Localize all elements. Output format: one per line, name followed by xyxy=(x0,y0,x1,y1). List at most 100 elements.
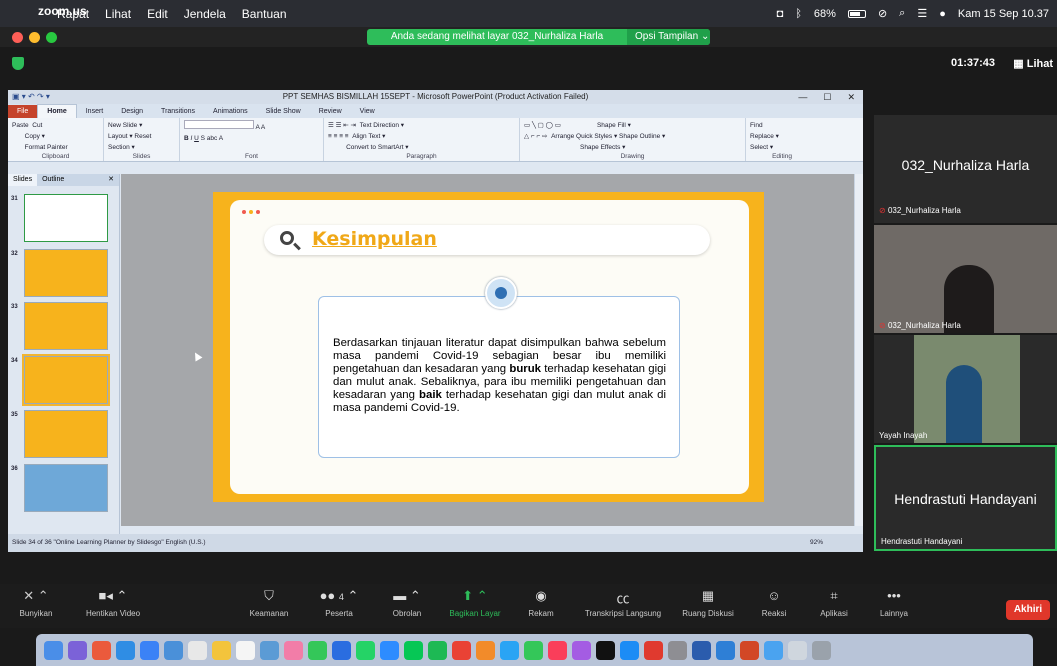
replace-button[interactable]: Replace ▾ xyxy=(750,133,779,140)
tab-file[interactable]: File xyxy=(8,105,38,118)
minimize-window-icon[interactable] xyxy=(29,32,40,43)
new-slide-button[interactable]: New Slide ▾ xyxy=(108,122,142,129)
bluetooth-icon[interactable]: ᛒ xyxy=(795,8,802,20)
font-name-box[interactable] xyxy=(184,120,254,129)
meet-icon[interactable] xyxy=(380,640,399,660)
share-screen-button[interactable]: ⬆ ⌃ Bagikan Layar xyxy=(444,588,506,618)
settings-icon[interactable] xyxy=(668,640,687,660)
view-button[interactable]: ▦ Lihat xyxy=(1013,57,1053,70)
link-icon[interactable]: ⊘ xyxy=(878,7,887,20)
shape-effects-button[interactable]: Shape Effects ▾ xyxy=(580,144,625,151)
record-button[interactable]: ◉ Rekam xyxy=(524,588,558,618)
spotify-icon[interactable] xyxy=(428,640,447,660)
ppt-minimize-icon[interactable]: — xyxy=(798,90,807,104)
zoom-app-icon[interactable] xyxy=(332,640,351,660)
slide-thumbnail[interactable] xyxy=(24,410,108,458)
reminders-icon[interactable] xyxy=(236,640,255,660)
line-icon[interactable] xyxy=(404,640,423,660)
menu-app-zoom[interactable]: zoom.us xyxy=(30,4,87,23)
reset-button[interactable]: Reset xyxy=(134,133,151,140)
slide-thumbnail[interactable] xyxy=(24,464,108,512)
tab-transitions[interactable]: Transitions xyxy=(152,105,204,118)
chat-button[interactable]: ▬ ⌃ Obrolan xyxy=(384,588,430,618)
minimized-window-icon[interactable] xyxy=(788,640,807,660)
more-button[interactable]: ••• Lainnya xyxy=(874,588,914,618)
shield-icon[interactable] xyxy=(12,57,24,70)
messages-icon[interactable] xyxy=(308,640,327,660)
pane-close-icon[interactable]: ✕ xyxy=(103,174,119,186)
close-window-icon[interactable] xyxy=(12,32,23,43)
copy-button[interactable]: Copy ▾ xyxy=(25,133,45,140)
app-grid-icon[interactable] xyxy=(92,640,111,660)
photos-app-icon[interactable] xyxy=(284,640,303,660)
downloads-folder-icon[interactable] xyxy=(764,640,783,660)
quick-styles-button[interactable]: Quick Styles ▾ xyxy=(576,133,617,140)
cut-button[interactable]: Cut xyxy=(32,122,42,129)
tab-outline[interactable]: Outline xyxy=(37,174,69,186)
tab-review[interactable]: Review xyxy=(310,105,351,118)
layout-button[interactable]: Layout ▾ xyxy=(108,133,133,140)
mail-icon[interactable] xyxy=(140,640,159,660)
participant-tile-speaker[interactable]: 032_Nurhaliza Harla ⊘ 032_Nurhaliza Harl… xyxy=(874,115,1057,223)
reactions-button[interactable]: ☺ Reaksi xyxy=(756,588,792,618)
vertical-scrollbar[interactable] xyxy=(854,174,863,526)
tab-view[interactable]: View xyxy=(351,105,384,118)
stop-video-button[interactable]: ■◂ ⌃ Hentikan Video xyxy=(78,588,148,618)
participant-tile-active[interactable]: Hendrastuti Handayani Hendrastuti Handay… xyxy=(874,445,1057,551)
shape-outline-button[interactable]: Shape Outline ▾ xyxy=(619,133,665,140)
music-icon[interactable] xyxy=(548,640,567,660)
participants-button[interactable]: ●● 4 ⌃ Peserta xyxy=(316,588,362,618)
find-button[interactable]: Find xyxy=(750,122,763,129)
arrange-button[interactable]: Arrange xyxy=(551,133,574,140)
participant-tile-video[interactable]: Yayah Inayah xyxy=(874,335,1057,443)
finder-icon[interactable] xyxy=(44,640,63,660)
slide-title[interactable]: Kesimpulan xyxy=(312,228,437,250)
whatsapp-icon[interactable] xyxy=(356,640,375,660)
content-textbox[interactable]: Berdasarkan tinjauan literatur dapat dis… xyxy=(318,296,680,458)
security-button[interactable]: ⛉ Keamanan xyxy=(244,588,294,618)
word-icon[interactable] xyxy=(692,640,711,660)
ppt-maximize-icon[interactable]: ☐ xyxy=(823,90,831,104)
end-meeting-button[interactable]: Akhiri xyxy=(1006,600,1050,620)
menu-lihat[interactable]: Lihat xyxy=(97,7,139,21)
chrome-icon[interactable] xyxy=(452,640,471,660)
slide-thumbnail[interactable] xyxy=(24,249,108,297)
notes-icon[interactable] xyxy=(212,640,231,660)
paste-button[interactable]: Paste xyxy=(12,122,29,129)
menu-edit[interactable]: Edit xyxy=(139,7,176,21)
tab-insert[interactable]: Insert xyxy=(77,105,113,118)
convert-smartart-button[interactable]: Convert to SmartArt ▾ xyxy=(346,144,409,151)
apps-button[interactable]: ⌗ Aplikasi xyxy=(814,588,854,618)
slide-thumbnail[interactable] xyxy=(24,194,108,242)
tab-home[interactable]: Home xyxy=(37,104,77,118)
menu-rapat[interactable]: Rapat xyxy=(49,7,97,21)
tab-slides[interactable]: Slides xyxy=(8,174,38,186)
fullscreen-window-icon[interactable] xyxy=(46,32,57,43)
ppt-close-icon[interactable]: ✕ xyxy=(847,90,855,104)
photos-icon[interactable] xyxy=(164,640,183,660)
trash-icon[interactable] xyxy=(812,640,831,660)
format-painter-button[interactable]: Format Painter xyxy=(25,144,68,151)
align-text-button[interactable]: Align Text ▾ xyxy=(352,133,385,140)
keynote-icon[interactable] xyxy=(260,640,279,660)
battery-icon[interactable] xyxy=(847,9,866,18)
participant-tile-video[interactable]: ⊘ 032_Nurhaliza Harla xyxy=(874,225,1057,333)
unmute-button[interactable]: ✕ ⌃ Bunyikan xyxy=(18,588,54,618)
slide-thumbnail[interactable] xyxy=(24,302,108,350)
appstore-icon[interactable] xyxy=(620,640,639,660)
slide[interactable]: Kesimpulan Berdasarkan tinjauan literatu… xyxy=(213,192,764,502)
zoom-level[interactable]: 92% xyxy=(810,534,823,552)
powerpoint-icon[interactable] xyxy=(740,640,759,660)
preview-icon[interactable] xyxy=(716,640,735,660)
section-button[interactable]: Section ▾ xyxy=(108,144,135,151)
pages-icon[interactable] xyxy=(476,640,495,660)
quick-access-toolbar[interactable]: ▣ ▾ ↶ ↷ ▾ xyxy=(12,90,50,104)
slide-thumbnail-selected[interactable] xyxy=(22,354,110,406)
shape-fill-button[interactable]: Shape Fill ▾ xyxy=(597,122,631,129)
zoom-status-icon[interactable]: ◘ xyxy=(777,8,784,20)
transcript-button[interactable]: ㏄ Transkripsi Langsung xyxy=(578,588,668,618)
safari-icon[interactable] xyxy=(116,640,135,660)
spotlight-icon[interactable]: ⌕ xyxy=(899,7,905,20)
clock[interactable]: Kam 15 Sep 10.37 xyxy=(958,8,1049,20)
launchpad-icon[interactable] xyxy=(68,640,87,660)
